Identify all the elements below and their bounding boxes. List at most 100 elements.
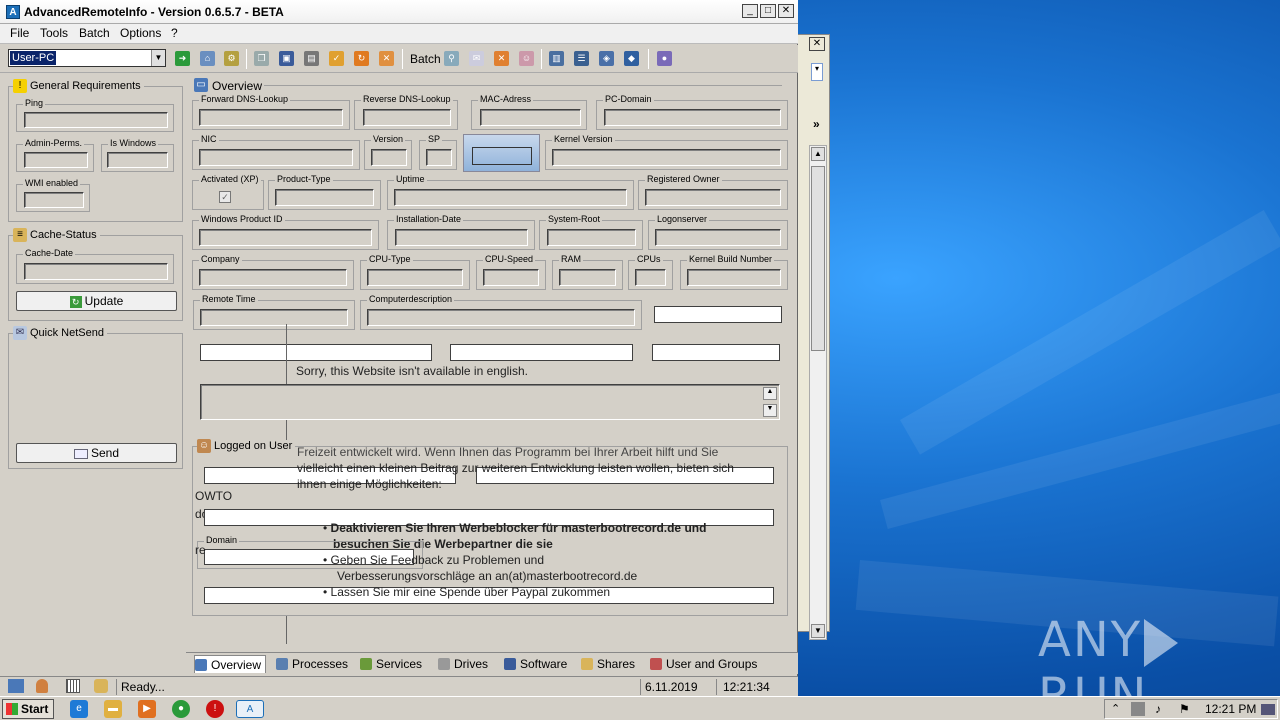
status-text: Ready... (116, 679, 636, 695)
computer-icon (195, 659, 207, 671)
tab-overview[interactable]: Overview (194, 655, 266, 673)
product-id-value (199, 229, 372, 246)
flag-icon[interactable]: ⚑ (1179, 702, 1190, 716)
cache-date-value (24, 263, 168, 280)
scroll-down-icon[interactable]: ▼ (811, 624, 825, 638)
general-requirements-title: General Requirements (27, 80, 144, 92)
chevron-up-icon[interactable]: ⌃ (1111, 702, 1120, 715)
windows-icon (6, 703, 18, 715)
tab-drives[interactable]: Drives (438, 655, 494, 673)
users-icon[interactable]: ☺ (519, 51, 534, 66)
speaker-icon[interactable]: ♪ (1155, 702, 1161, 716)
kernel-build-value (687, 269, 781, 286)
ram-field: RAM (552, 254, 623, 290)
info-icon[interactable]: ◆ (624, 51, 639, 66)
users-icon (650, 658, 662, 670)
connect-icon[interactable]: ➜ (175, 51, 190, 66)
app-icon: A (6, 5, 20, 19)
minimize-button[interactable]: _ (742, 4, 758, 18)
menu-help[interactable]: ? (171, 26, 178, 40)
menu-bar: File Tools Batch Options ? (0, 24, 798, 44)
wmi-enabled-label: WMI enabled (23, 178, 81, 188)
main-window: A AdvancedRemoteInfo - Version 0.6.5.7 -… (0, 0, 798, 696)
tools-icon[interactable]: ⚙ (224, 51, 239, 66)
pc-domain-field: PC-Domain (596, 94, 788, 130)
left-panel: ! General Requirements Ping Admin-Perms.… (0, 74, 188, 650)
activated-checkbox[interactable]: ✓ (219, 191, 231, 203)
chevron-right-icon[interactable]: » (813, 117, 820, 131)
media-icon[interactable]: ▶ (138, 700, 156, 718)
title-bar[interactable]: A AdvancedRemoteInfo - Version 0.6.5.7 -… (0, 0, 798, 24)
tab-shares[interactable]: Shares (581, 655, 639, 673)
network-status-icon (8, 679, 24, 693)
taskbar: Start e ▬ ▶ ● ! A ⌃ ♪ ⚑ 12:21 PM (0, 696, 1280, 720)
remote-time-value (200, 309, 348, 326)
mail-icon[interactable]: ✉ (469, 51, 484, 66)
network-tray-icon[interactable] (1131, 702, 1145, 716)
shield-icon[interactable]: ◈ (599, 51, 614, 66)
scroll-thumb[interactable] (811, 166, 825, 351)
save-icon[interactable]: ▣ (279, 51, 294, 66)
tab-processes[interactable]: Processes (276, 655, 352, 673)
menu-options[interactable]: Options (120, 26, 161, 40)
scroll-up-icon[interactable]: ▲ (811, 147, 825, 161)
registered-owner-value (645, 189, 781, 206)
registered-owner-field: Registered Owner (638, 174, 788, 210)
close-button[interactable]: ✕ (778, 4, 794, 18)
computer-combo[interactable]: User-PC ▼ (8, 49, 166, 67)
ie-icon[interactable]: e (70, 700, 88, 718)
network-icon[interactable]: ⌂ (200, 51, 215, 66)
cpu-type-value (367, 269, 463, 286)
folder-icon[interactable]: ▬ (104, 700, 122, 718)
start-button[interactable]: Start (2, 699, 54, 719)
book-icon[interactable]: ▥ (549, 51, 564, 66)
combo-arrow-icon[interactable]: ▼ (151, 50, 165, 66)
tab-services[interactable]: Services (360, 655, 428, 673)
bg-scrollbar[interactable]: ▲ ▼ (809, 145, 827, 640)
extra-field-1 (654, 306, 782, 323)
menu-file[interactable]: File (10, 26, 29, 40)
tab-user-and-groups[interactable]: User and Groups (650, 655, 760, 673)
maximize-button[interactable]: □ (760, 4, 776, 18)
taskbar-app-icon[interactable]: A (236, 700, 264, 718)
clock[interactable]: 12:21 PM (1205, 702, 1256, 716)
tab-software[interactable]: Software (504, 655, 568, 673)
tree-icon[interactable]: ☰ (574, 51, 589, 66)
search-icon[interactable]: ⚲ (444, 51, 459, 66)
print-icon[interactable]: ▤ (304, 51, 319, 66)
envelope-icon: ✉ (13, 326, 27, 340)
stop-icon[interactable]: ✕ (494, 51, 509, 66)
show-desktop-icon[interactable] (1261, 704, 1275, 715)
menu-batch[interactable]: Batch (79, 26, 110, 40)
uptime-field: Uptime (387, 174, 634, 210)
person-icon[interactable]: ● (657, 51, 672, 66)
cache-date-field: Cache-Date (16, 248, 174, 284)
check-icon[interactable]: ✓ (329, 51, 344, 66)
is-windows-field: Is Windows (101, 138, 174, 172)
netsend-message-box[interactable]: ▲ ▼ (200, 384, 780, 420)
refresh-icon[interactable]: ↻ (354, 51, 369, 66)
sp-field: SP (419, 134, 457, 170)
forward-dns-value (199, 109, 343, 126)
cache-status-title: Cache-Status (27, 229, 100, 241)
users-icon: ☺ (197, 439, 211, 453)
activated-field: Activated (XP) ✓ (192, 174, 264, 210)
copy-icon[interactable]: ❐ (254, 51, 269, 66)
send-button[interactable]: Send (16, 443, 177, 463)
batch-label[interactable]: Batch (410, 52, 441, 66)
nic-value (199, 149, 353, 166)
cancel-icon[interactable]: ✕ (379, 51, 394, 66)
cpus-value (635, 269, 666, 286)
menu-tools[interactable]: Tools (40, 26, 68, 40)
stop-icon[interactable]: ! (206, 700, 224, 718)
bg-close-button[interactable]: ✕ (809, 37, 825, 51)
scroll-down-icon[interactable]: ▼ (763, 404, 777, 417)
general-requirements-group: ! General Requirements Ping Admin-Perms.… (8, 79, 183, 222)
system-tray: ⌃ ♪ ⚑ 12:21 PM (1104, 699, 1278, 719)
ram-value (559, 269, 616, 286)
bg-dropdown[interactable]: ▾ (811, 63, 823, 81)
scroll-up-icon[interactable]: ▲ (763, 387, 777, 400)
kernel-build-field: Kernel Build Number (680, 254, 788, 290)
chrome-icon[interactable]: ● (172, 700, 190, 718)
update-button[interactable]: ↻ Update (16, 291, 177, 311)
